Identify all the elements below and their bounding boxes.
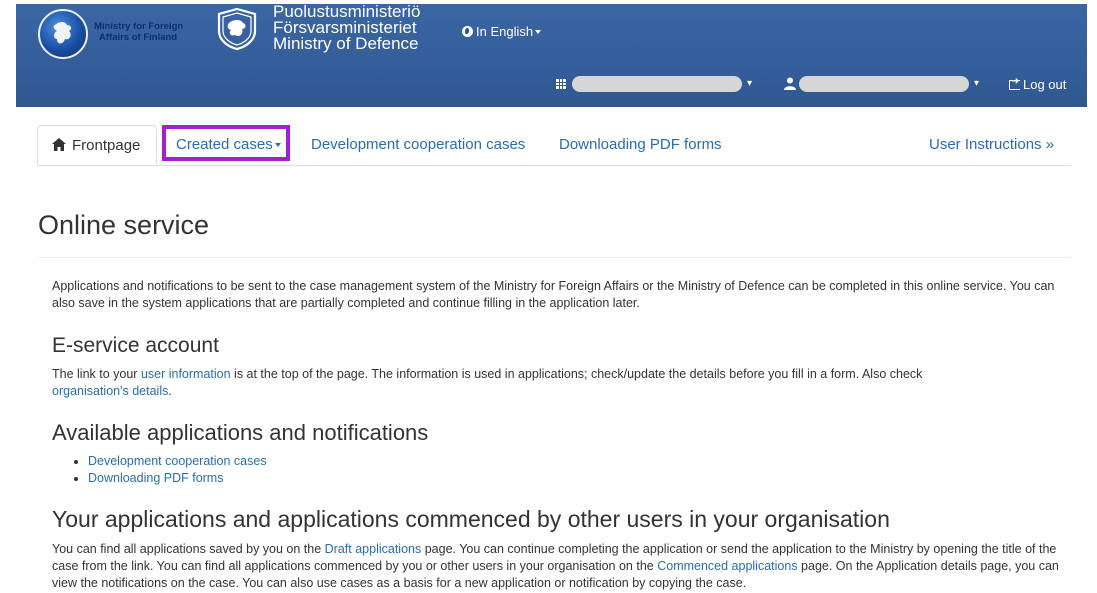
- user-menu-selector[interactable]: [799, 76, 969, 92]
- mod-title-en: Ministry of Defence: [273, 34, 419, 53]
- language-selector[interactable]: In English: [462, 24, 542, 39]
- page-title: Online service: [38, 210, 210, 240]
- downloading-pdf-forms-link[interactable]: Downloading PDF forms: [88, 471, 223, 485]
- ministry-defence-title: Puolustusministeriö Försvarsministeriet …: [273, 3, 420, 53]
- user-chevron-down-icon[interactable]: ▾: [974, 78, 979, 89]
- logout-label: Log out: [1023, 77, 1067, 92]
- title-divider: [37, 257, 1071, 258]
- globe-icon: [462, 26, 473, 37]
- ministry-foreign-affairs-name: Ministry for Foreign Affairs of Finland: [94, 21, 209, 43]
- your-applications-paragraph: You can find all applications saved by y…: [52, 541, 1062, 592]
- available-applications-list: Development cooperation cases Downloadin…: [52, 453, 267, 487]
- available-applications-heading: Available applications and notifications: [52, 420, 429, 445]
- ministry-foreign-affairs-logo-icon[interactable]: [38, 9, 88, 59]
- user-icon: [784, 77, 796, 90]
- lion-emblem-icon: [53, 22, 72, 44]
- development-cooperation-cases-link[interactable]: Development cooperation cases: [88, 454, 267, 468]
- tab-downloading-pdf-forms[interactable]: Downloading PDF forms: [559, 125, 722, 165]
- tab-frontpage-label: Frontpage: [72, 137, 141, 154]
- ministry-defence-crest-icon[interactable]: [215, 7, 259, 51]
- eservice-paragraph: The link to your user information is at …: [52, 366, 972, 400]
- home-icon: [52, 138, 66, 151]
- organisation-details-link[interactable]: organisation's details: [52, 384, 168, 398]
- apps-grid-icon: [556, 79, 566, 89]
- yours-text-1: You can find all applications saved by y…: [52, 542, 325, 556]
- mfa-name-line2: Affairs of Finland: [99, 32, 178, 43]
- eservice-text-2: is at the top of the page. The informati…: [230, 367, 923, 381]
- mfa-name-line1: Ministry for Foreign: [94, 21, 184, 32]
- site-header: Ministry for Foreign Affairs of Finland …: [16, 3, 1087, 107]
- language-label: In English: [476, 24, 534, 39]
- logout-button[interactable]: Log out: [1009, 76, 1067, 92]
- draft-applications-link[interactable]: Draft applications: [325, 542, 422, 556]
- intro-paragraph: Applications and notifications to be sen…: [52, 279, 1055, 310]
- logout-icon: [1009, 76, 1020, 90]
- created-cases-highlight-box: [162, 125, 290, 161]
- list-item: Development cooperation cases: [88, 453, 267, 470]
- tab-frontpage[interactable]: Frontpage: [37, 125, 157, 165]
- organisation-selector[interactable]: [572, 76, 742, 92]
- organisation-chevron-down-icon[interactable]: ▾: [747, 78, 752, 89]
- eservice-text-1: The link to your: [52, 367, 141, 381]
- user-information-link[interactable]: user information: [141, 367, 231, 381]
- tab-development-cooperation-cases[interactable]: Development cooperation cases: [311, 125, 525, 165]
- eservice-text-3: .: [168, 384, 172, 398]
- tab-user-instructions[interactable]: User Instructions »: [929, 125, 1054, 165]
- chevron-down-icon: [535, 30, 542, 34]
- list-item: Downloading PDF forms: [88, 470, 267, 487]
- eservice-heading: E-service account: [52, 334, 219, 357]
- your-applications-heading: Your applications and applications comme…: [52, 506, 890, 532]
- commenced-applications-link[interactable]: Commenced applications: [657, 559, 797, 573]
